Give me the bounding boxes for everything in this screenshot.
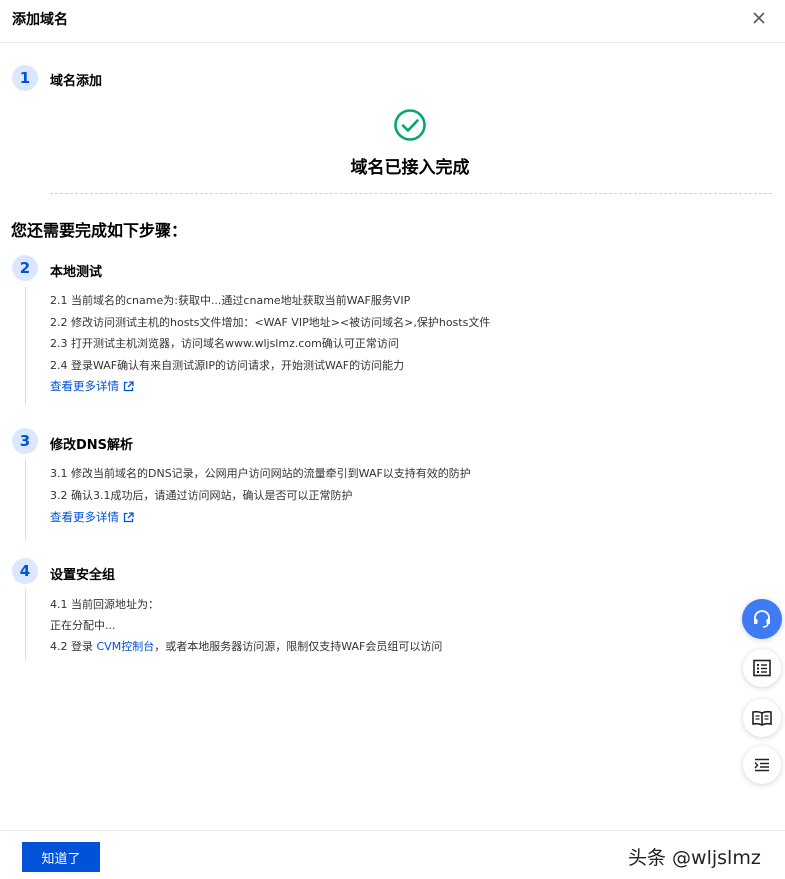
external-link-icon xyxy=(123,512,134,523)
step-title-3: 修改DNS解析 xyxy=(50,438,134,453)
step4-line-2: 正在分配中... xyxy=(50,619,116,632)
step-number-2: 2 xyxy=(12,255,38,281)
step-connector xyxy=(25,459,26,539)
support-button[interactable] xyxy=(742,599,782,639)
step2-line-1: 2.1 当前域名的cname为:获取中...通过cname地址获取当前WAF服务… xyxy=(50,294,411,307)
more-details-label: 查看更多详情 xyxy=(50,510,119,524)
step4-line-3: 4.2 登录 CVM控制台，或者本地服务器访问源，限制仅支持WAF会员组可以访问 xyxy=(50,638,442,654)
dialog-header: 添加域名 xyxy=(0,0,785,43)
cvm-console-link[interactable]: CVM控制台 xyxy=(97,640,155,653)
step2-line-2: 2.2 修改访问测试主机的hosts文件增加：<WAF VIP地址><被访问域名… xyxy=(50,316,491,329)
remaining-steps-heading: 您还需要完成如下步骤： xyxy=(11,221,188,240)
headset-icon xyxy=(754,610,770,628)
list-icon xyxy=(753,659,771,677)
step4-line-3-suffix: ，或者本地服务器访问源，限制仅支持WAF会员组可以访问 xyxy=(154,640,443,653)
step4-line-1: 4.1 当前回源地址为： xyxy=(50,598,159,611)
outline-button[interactable] xyxy=(743,746,781,784)
step-title-4: 设置安全组 xyxy=(50,568,116,583)
step-connector xyxy=(25,589,26,659)
got-it-button[interactable]: 知道了 xyxy=(22,842,100,872)
step-title-2: 本地测试 xyxy=(50,265,103,280)
outline-icon xyxy=(754,758,769,772)
step2-line-3: 2.3 打开测试主机浏览器，访问域名www.wljslmz.com确认可正常访问 xyxy=(50,337,399,350)
step2-more-details-link[interactable]: 查看更多详情 xyxy=(50,378,134,394)
divider xyxy=(50,193,772,194)
completion-status: 域名已接入完成 xyxy=(350,158,470,178)
step-number-3: 3 xyxy=(12,428,38,454)
step4-line-3-prefix: 4.2 登录 xyxy=(50,640,97,653)
external-link-icon xyxy=(123,381,134,392)
success-check-icon xyxy=(394,109,426,141)
step-connector xyxy=(25,287,26,404)
step3-more-details-link[interactable]: 查看更多详情 xyxy=(50,509,134,525)
docs-button[interactable] xyxy=(743,699,781,737)
dialog-footer: 知道了 头条 @wljslmz xyxy=(0,830,785,879)
more-details-label: 查看更多详情 xyxy=(50,379,119,393)
watermark: 头条 @wljslmz xyxy=(628,847,761,869)
step3-line-1: 3.1 修改当前域名的DNS记录，公网用户访问网站的流量牵引到WAF以支持有效的… xyxy=(50,467,471,480)
step-number-4: 4 xyxy=(12,558,38,584)
close-icon[interactable] xyxy=(750,9,768,27)
dialog-title: 添加域名 xyxy=(12,12,68,28)
step-title-1: 域名添加 xyxy=(50,74,103,89)
step2-line-4: 2.4 登录WAF确认有来自测试源IP的访问请求，开始测试WAF的访问能力 xyxy=(50,359,405,372)
book-icon xyxy=(752,710,772,726)
step-number-1: 1 xyxy=(12,65,38,91)
list-button[interactable] xyxy=(743,649,781,687)
step3-line-2: 3.2 确认3.1成功后，请通过访问网站，确认是否可以正常防护 xyxy=(50,489,353,502)
